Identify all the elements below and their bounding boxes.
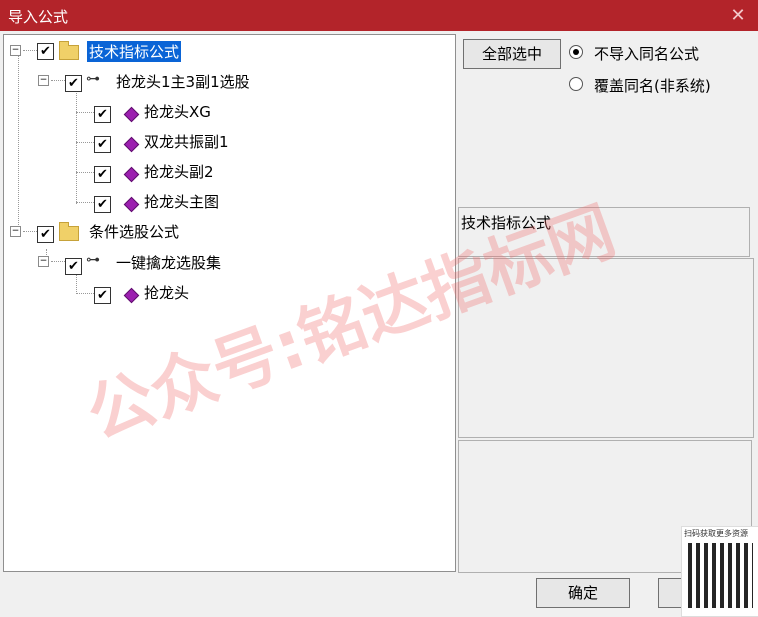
formula-gem-icon: [123, 106, 140, 123]
formula-gem-icon: [123, 136, 140, 153]
tree-node-condition[interactable]: − ✔ 条件选股公式: [4, 220, 444, 244]
checkbox-checked[interactable]: ✔: [37, 226, 54, 243]
folder-icon: [59, 222, 79, 241]
tree-leaf[interactable]: ✔ 抢龙头XG: [4, 100, 444, 124]
ok-button[interactable]: 确定: [536, 578, 630, 608]
tree-node-label: 双龙共振副1: [144, 133, 229, 151]
tree-node-label: 抢龙头主图: [144, 193, 220, 211]
formula-gem-icon: [123, 166, 140, 183]
checkbox-checked[interactable]: ✔: [94, 196, 111, 213]
tree-node-label: 抢龙头副2: [144, 163, 214, 181]
radio-label: 不导入同名公式: [594, 45, 700, 63]
radio-overwrite-same[interactable]: [569, 77, 583, 91]
formula-gem-icon: [123, 287, 140, 304]
collapse-icon[interactable]: −: [10, 45, 21, 56]
close-icon[interactable]: ✕: [718, 0, 758, 31]
tree-node-tech-indicator[interactable]: − ✔ 技术指标公式: [4, 39, 444, 63]
tree-node-label: 技术指标公式: [87, 41, 182, 62]
checkbox-checked[interactable]: ✔: [94, 106, 111, 123]
collapse-icon[interactable]: −: [10, 226, 21, 237]
collapse-icon[interactable]: −: [38, 75, 49, 86]
checkbox-checked[interactable]: ✔: [94, 136, 111, 153]
checkbox-checked[interactable]: ✔: [37, 43, 54, 60]
key-icon: ⊶: [86, 71, 100, 87]
tree-leaf[interactable]: ✔ 抢龙头副2: [4, 160, 444, 184]
folder-icon: [59, 41, 79, 60]
checkbox-checked[interactable]: ✔: [94, 166, 111, 183]
tree-node-label: 一键擒龙选股集: [116, 254, 222, 272]
tree-node-label: 抢龙头1主3副1选股: [116, 73, 250, 91]
qr-code: 扫码获取更多资源: [681, 526, 758, 617]
qr-caption: 扫码获取更多资源: [684, 529, 748, 538]
tree-node-label: 抢龙头XG: [144, 103, 211, 121]
tree-leaf[interactable]: ✔ 抢龙头主图: [4, 190, 444, 214]
select-all-button[interactable]: 全部选中: [463, 39, 561, 69]
key-icon: ⊶: [86, 252, 100, 268]
tree-node-label: 抢龙头: [144, 284, 190, 302]
radio-label: 覆盖同名(非系统): [594, 77, 711, 95]
collapse-icon[interactable]: −: [38, 256, 49, 267]
checkbox-checked[interactable]: ✔: [94, 287, 111, 304]
checkbox-checked[interactable]: ✔: [65, 258, 82, 275]
radio-no-import-same[interactable]: [569, 45, 583, 59]
tree-leaf[interactable]: ✔ 双龙共振副1: [4, 130, 444, 154]
qr-pattern: [688, 543, 753, 608]
tree-node-group[interactable]: − ✔ ⊶ 抢龙头1主3副1选股: [4, 69, 444, 93]
tree-node-label: 条件选股公式: [89, 223, 180, 241]
title-bar: 导入公式 ✕: [0, 0, 758, 31]
checkbox-checked[interactable]: ✔: [65, 75, 82, 92]
formula-gem-icon: [123, 196, 140, 213]
window-title: 导入公式: [8, 8, 69, 26]
